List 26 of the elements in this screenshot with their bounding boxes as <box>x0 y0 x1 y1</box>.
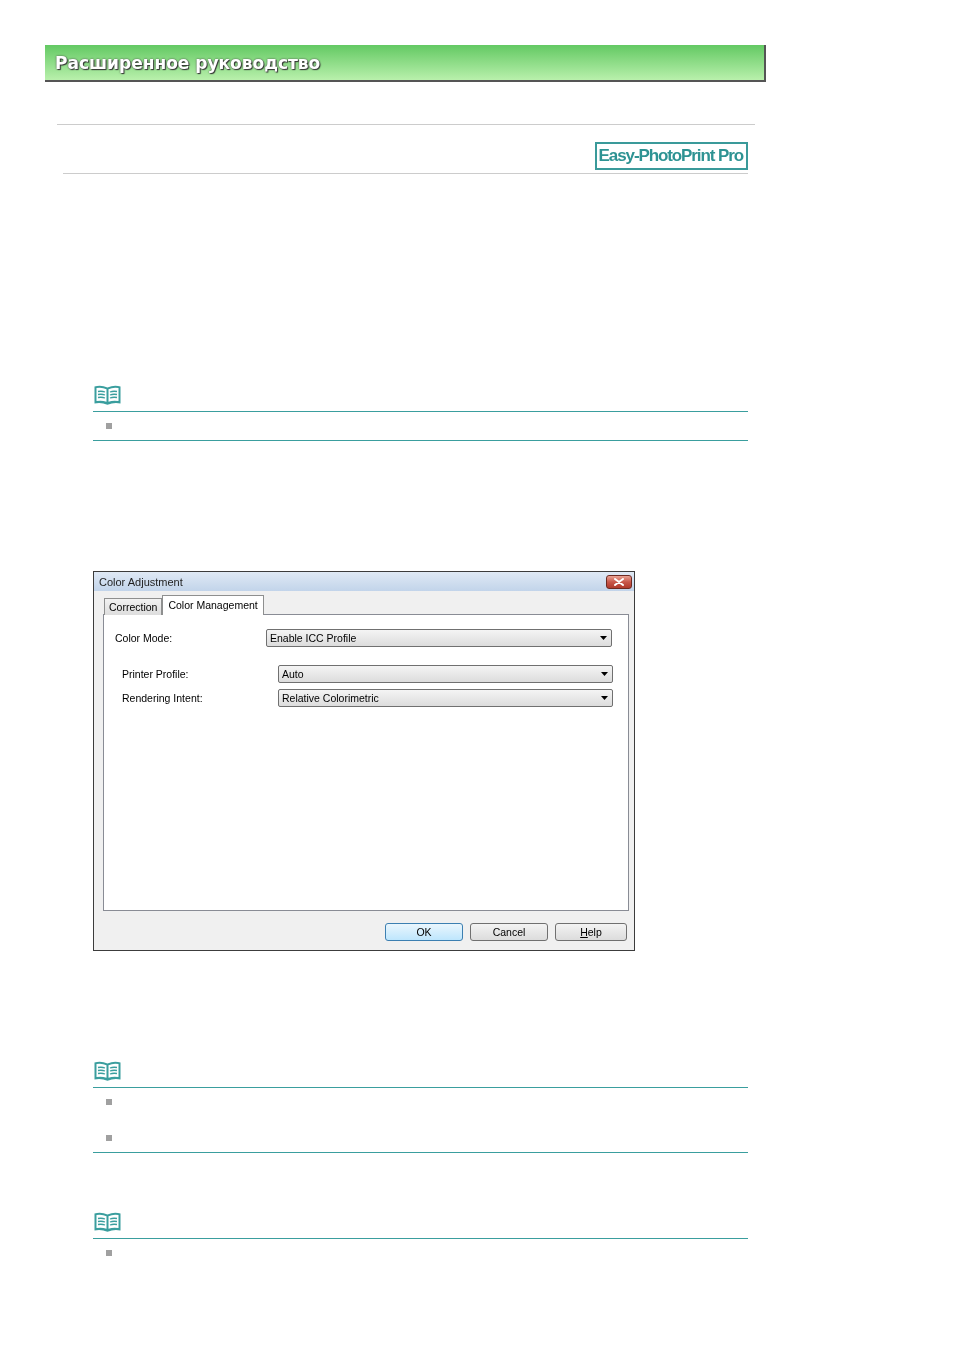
close-icon <box>614 577 624 586</box>
product-logo: Easy-PhotoPrint Pro <box>594 142 748 170</box>
field-label: Color Mode: <box>115 632 173 644</box>
caret-icon <box>601 672 608 676</box>
field-label: Rendering Intent: <box>122 692 203 704</box>
tab[interactable]: Color Management <box>162 595 264 615</box>
caret-icon <box>601 696 608 700</box>
tab[interactable]: Correction <box>104 598 163 615</box>
open-book-icon <box>94 385 121 405</box>
open-book-icon <box>94 1212 121 1232</box>
dropdown[interactable]: Auto <box>278 665 613 683</box>
bullet-icon <box>106 1099 112 1105</box>
bullet-icon <box>106 1250 112 1256</box>
dialog-title: Color Adjustment <box>99 575 183 588</box>
caret-icon <box>600 636 607 640</box>
dropdown[interactable]: Enable ICC Profile <box>266 629 612 647</box>
dropdown[interactable]: Relative Colorimetric <box>278 689 613 707</box>
field-label: Printer Profile: <box>122 668 189 680</box>
open-book-icon <box>94 1061 121 1081</box>
bullet-icon <box>106 423 112 429</box>
dialog-button[interactable]: OK <box>385 923 463 941</box>
bullet-icon <box>106 1135 112 1141</box>
dialog-button[interactable]: Help <box>555 923 627 941</box>
dialog-button[interactable]: Cancel <box>470 923 548 941</box>
header-banner: Расширенное руководство <box>45 45 766 82</box>
close-button[interactable] <box>606 574 632 589</box>
